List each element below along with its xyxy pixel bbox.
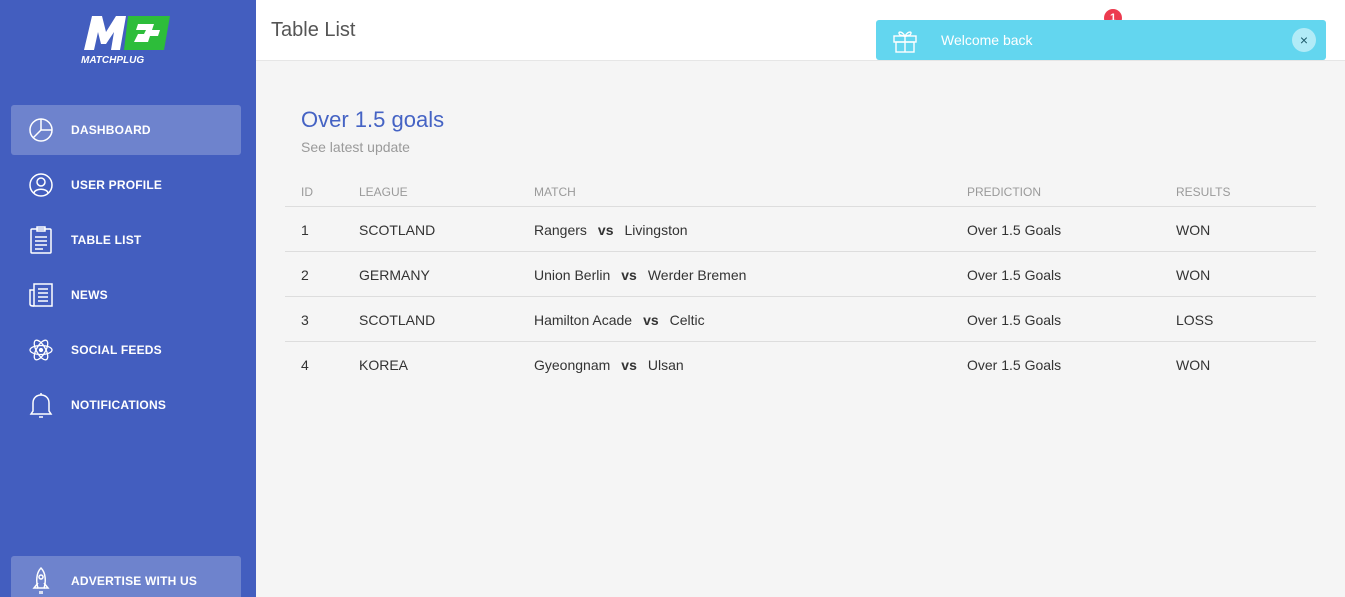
header-match: MATCH — [534, 185, 576, 199]
page-title: Table List — [271, 19, 356, 41]
header-prediction: PREDICTION — [967, 185, 1042, 199]
header-results: RESULTS — [1176, 185, 1231, 199]
sidebar-item-news[interactable]: NEWS — [11, 270, 241, 320]
cell-match: Union Berlin vs Werder Bremen — [534, 267, 746, 283]
cell-id: 2 — [301, 267, 309, 283]
sidebar-item-table-list[interactable]: TABLE LIST — [11, 215, 241, 265]
cell-prediction: Over 1.5 Goals — [967, 222, 1062, 238]
home-team: Gyeongnam — [534, 357, 611, 373]
sidebar-item-dashboard[interactable]: DASHBOARD — [11, 105, 241, 155]
sidebar-item-label: NOTIFICATIONS — [71, 398, 167, 412]
vs-label: vs — [621, 267, 637, 283]
table-row: 2 GERMANY Union Berlin vs Werder Bremen Ov… — [285, 252, 1316, 297]
matchplug-logo[interactable]: MATCHPLUG — [80, 12, 172, 68]
home-team: Rangers — [534, 222, 587, 238]
cell-league: KOREA — [359, 357, 409, 373]
sidebar-item-label: USER PROFILE — [71, 178, 163, 192]
table-row: 1 SCOTLAND Rangers vs Livingston Over 1.5 … — [285, 207, 1316, 252]
rocket-icon — [11, 566, 71, 596]
card-subtitle: See latest update — [301, 139, 410, 155]
atom-icon — [11, 337, 71, 363]
vs-label: vs — [643, 312, 659, 328]
cell-id: 4 — [301, 357, 309, 373]
cell-result: LOSS — [1176, 312, 1214, 328]
away-team: Celtic — [669, 312, 705, 328]
table-header: ID LEAGUE MATCH PREDICTION RESULTS — [285, 177, 1316, 207]
cell-league: GERMANY — [359, 267, 430, 283]
cell-match: Rangers vs Livingston — [534, 222, 688, 238]
sidebar-item-label: DASHBOARD — [71, 123, 151, 137]
advertise-label: ADVERTISE WITH US — [71, 574, 198, 588]
card-title: Over 1.5 goals — [301, 107, 445, 132]
away-team: Ulsan — [647, 357, 684, 373]
cell-prediction: Over 1.5 Goals — [967, 267, 1062, 283]
table-row: 3 SCOTLAND Hamilton Acade vs Celtic Over 1… — [285, 297, 1316, 342]
logo-wordmark: MATCHPLUG — [81, 55, 144, 66]
cell-id: 3 — [301, 312, 309, 328]
pie-chart-icon — [11, 117, 71, 143]
sidebar-item-notifications[interactable]: NOTIFICATIONS — [11, 380, 241, 430]
home-team: Hamilton Acade — [534, 312, 633, 328]
sidebar-item-user-profile[interactable]: USER PROFILE — [11, 160, 241, 210]
cell-result: WON — [1176, 222, 1211, 238]
welcome-toast: Welcome back × — [876, 20, 1326, 60]
cell-match: Gyeongnam vs Ulsan — [534, 357, 684, 373]
gift-icon — [876, 26, 934, 54]
sidebar-item-label: NEWS — [71, 288, 108, 302]
vs-label: vs — [621, 357, 637, 373]
close-icon[interactable]: × — [1292, 28, 1316, 52]
cell-id: 1 — [301, 222, 309, 238]
sidebar: MATCHPLUG DASHBOARD USER PROFILE TABLE L… — [0, 0, 256, 597]
cell-prediction: Over 1.5 Goals — [967, 312, 1062, 328]
cell-match: Hamilton Acade vs Celtic — [534, 312, 705, 328]
advertise-button[interactable]: ADVERTISE WITH US — [11, 556, 241, 597]
header-league: LEAGUE — [359, 185, 408, 199]
cell-result: WON — [1176, 357, 1211, 373]
home-team: Union Berlin — [534, 267, 611, 283]
cell-result: WON — [1176, 267, 1211, 283]
predictions-table: ID LEAGUE MATCH PREDICTION RESULTS 1 SCO… — [285, 177, 1316, 387]
sidebar-item-social-feeds[interactable]: SOCIAL FEEDS — [11, 325, 241, 375]
sidebar-item-label: SOCIAL FEEDS — [71, 343, 162, 357]
vs-label: vs — [597, 222, 614, 238]
clipboard-icon — [11, 226, 71, 254]
bell-icon — [11, 391, 71, 419]
sidebar-item-label: TABLE LIST — [71, 233, 142, 247]
user-icon — [11, 172, 71, 198]
away-team: Werder Bremen — [647, 267, 747, 283]
header-id: ID — [301, 185, 313, 199]
away-team: Livingston — [624, 222, 688, 238]
cell-prediction: Over 1.5 Goals — [967, 357, 1062, 373]
newspaper-icon — [11, 282, 71, 308]
cell-league: SCOTLAND — [359, 222, 436, 238]
toast-message: Welcome back — [941, 32, 1033, 48]
cell-league: SCOTLAND — [359, 312, 436, 328]
table-row: 4 KOREA Gyeongnam vs Ulsan Over 1.5 Goals … — [285, 342, 1316, 387]
